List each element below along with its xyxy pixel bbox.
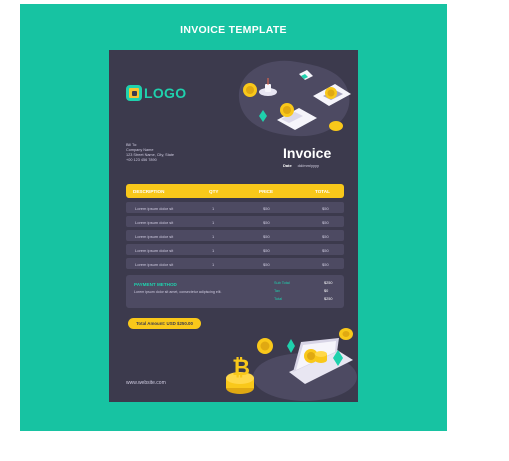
- row-price: $50: [263, 261, 270, 267]
- template-frame: INVOICE TEMPLATE LOGO Bill To: Company N…: [20, 4, 447, 431]
- tax-value: $0: [324, 289, 329, 293]
- row-qty: 1: [212, 261, 215, 267]
- row-description: Lorem ipsum dolor sit: [135, 261, 174, 267]
- subtotal-value: $250: [324, 281, 333, 285]
- row-total: $50: [322, 261, 329, 267]
- table-header: DESCRIPTION QTY PRICE TOTAL: [126, 184, 344, 198]
- invoice-title: Invoice: [283, 145, 332, 161]
- crypto-laptop-illustration: ₿: [226, 328, 357, 401]
- logo-text: LOGO: [144, 85, 187, 101]
- invoice-sheet: LOGO Bill To: Company Name 123 Street Na…: [109, 50, 358, 402]
- row-description: Lorem ipsum dolor sit: [135, 205, 174, 211]
- row-qty: 1: [212, 247, 215, 253]
- invoice-date: Date dd/mm/yyyy: [283, 163, 319, 168]
- row-price: $50: [263, 247, 270, 253]
- total-label: Total: [274, 297, 283, 301]
- header-qty: QTY: [209, 188, 219, 194]
- row-total: $50: [322, 219, 329, 225]
- row-price: $50: [263, 233, 270, 239]
- sender-line: +00 123 456 7890: [126, 158, 157, 162]
- header-price: PRICE: [259, 188, 274, 194]
- header-description: DESCRIPTION: [133, 188, 165, 194]
- tax-label: Tax: [274, 289, 280, 293]
- total-value: $250: [324, 297, 333, 301]
- sender-details: Bill To: Company Name 123 Street Name, C…: [126, 143, 174, 163]
- total-amount-badge: Total Amount: USD $250.00: [128, 318, 201, 329]
- table-row: Lorem ipsum dolor sit 1 $50 $50: [126, 244, 344, 255]
- row-price: $50: [263, 219, 270, 225]
- row-total: $50: [322, 247, 329, 253]
- row-description: Lorem ipsum dolor sit: [135, 247, 174, 253]
- crypto-cards-illustration: [238, 60, 351, 137]
- date-value: dd/mm/yyyy: [297, 163, 320, 168]
- row-total: $50: [322, 233, 329, 239]
- svg-text:₿: ₿: [232, 355, 250, 380]
- row-total: $50: [322, 205, 329, 211]
- date-label: Date: [283, 163, 292, 168]
- subtotal-label: Sub Total: [274, 281, 290, 285]
- website-text: www.website.com: [126, 380, 166, 386]
- frame-title: INVOICE TEMPLATE: [180, 24, 287, 36]
- table-row: Lorem ipsum dolor sit 1 $50 $50: [126, 258, 344, 269]
- row-qty: 1: [212, 219, 215, 225]
- payment-method-text: Lorem ipsum dolor sit amet, consectetur …: [134, 290, 222, 294]
- logo-mark-icon: [126, 85, 142, 101]
- header-total: TOTAL: [315, 188, 330, 194]
- row-description: Lorem ipsum dolor sit: [135, 233, 174, 239]
- payment-method-title: PAYMENT METHOD: [134, 282, 177, 287]
- row-qty: 1: [212, 233, 215, 239]
- table-row: Lorem ipsum dolor sit 1 $50 $50: [126, 230, 344, 241]
- row-qty: 1: [212, 205, 215, 211]
- company-logo: LOGO: [126, 85, 186, 101]
- table-row: Lorem ipsum dolor sit 1 $50 $50: [126, 216, 344, 227]
- table-row: Lorem ipsum dolor sit 1 $50 $50: [126, 202, 344, 213]
- payment-summary: PAYMENT METHOD Lorem ipsum dolor sit ame…: [126, 275, 344, 308]
- row-price: $50: [263, 205, 270, 211]
- row-description: Lorem ipsum dolor sit: [135, 219, 174, 225]
